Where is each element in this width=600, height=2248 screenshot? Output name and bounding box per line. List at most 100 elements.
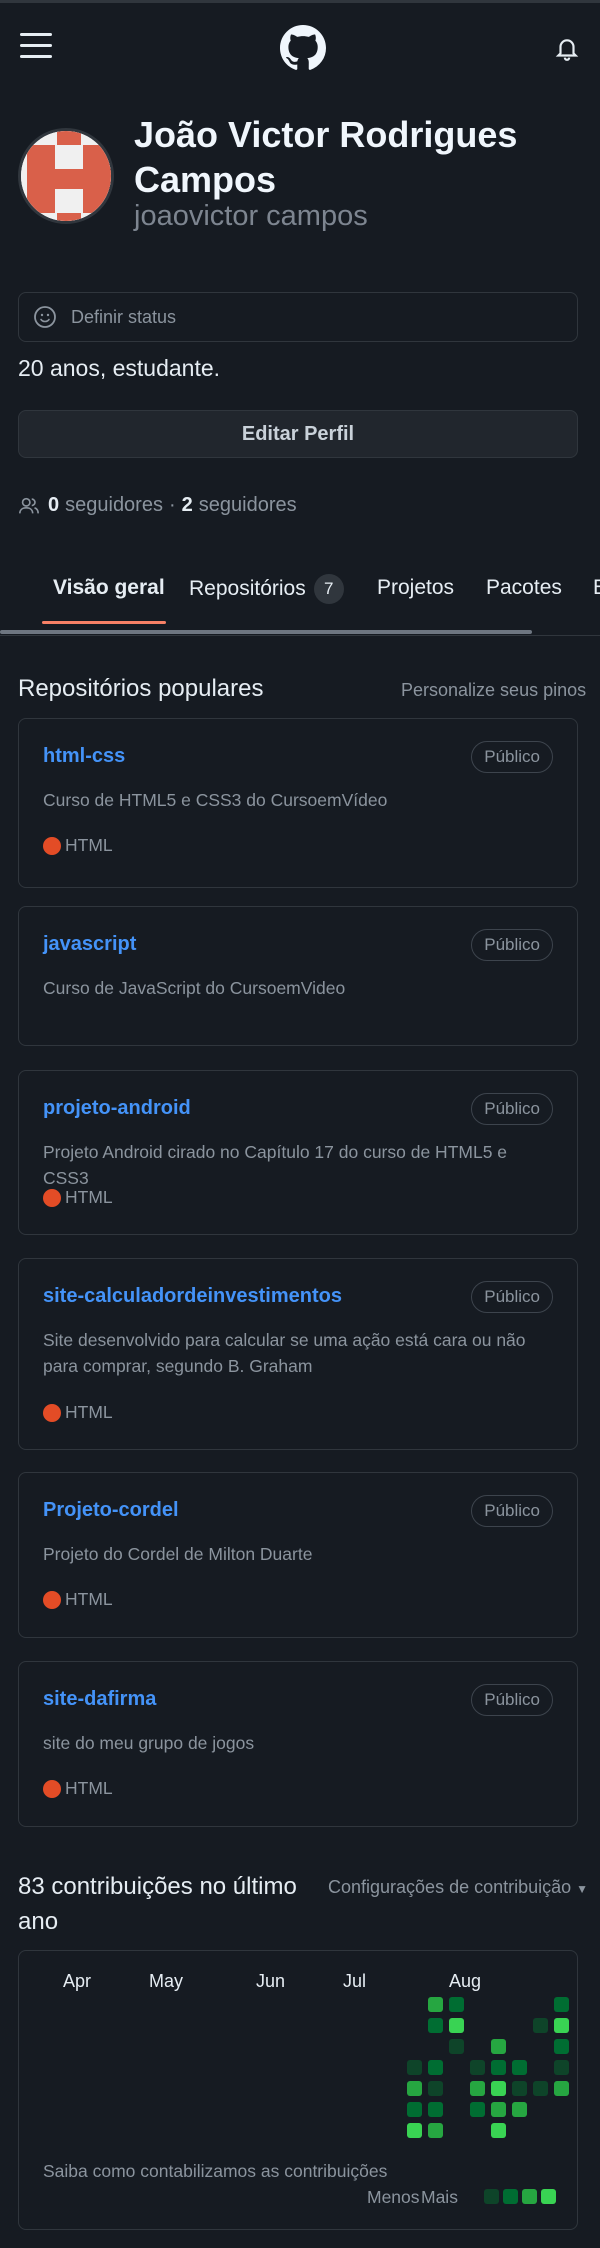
repo-card: projeto-android Público Projeto Android … — [18, 1070, 578, 1235]
language-color-dot — [43, 836, 61, 855]
repo-description: Site desenvolvido para calcular se uma a… — [43, 1330, 526, 1376]
contribution-day-cell[interactable] — [449, 1997, 464, 2012]
followers-row: 0 seguidores · 2 seguidores — [18, 494, 297, 517]
contribution-day-cell[interactable] — [428, 2102, 443, 2117]
repo-card: site-dafirma Público site do meu grupo d… — [18, 1661, 578, 1827]
contribution-day-cell[interactable] — [512, 2102, 527, 2117]
legend-cell — [522, 2189, 537, 2204]
contribution-day-cell[interactable] — [554, 2081, 569, 2096]
contribution-day-cell[interactable] — [554, 2039, 569, 2054]
contributions-title: 83 contribuições no último ano — [18, 1873, 297, 1935]
followers-count: 0 — [48, 494, 60, 516]
repo-card: site-calculadordeinvestimentos Público S… — [18, 1258, 578, 1450]
repo-language-label: HTML — [65, 1589, 113, 1609]
contribution-day-cell[interactable] — [428, 2060, 443, 2075]
set-status-label: Definir status — [71, 306, 177, 327]
contribution-day-cell[interactable] — [449, 2018, 464, 2033]
bell-icon[interactable] — [554, 35, 580, 63]
tab-packages[interactable]: Pacotes — [486, 576, 562, 600]
month-label: Jul — [343, 1971, 367, 1991]
language-color-dot — [43, 1188, 61, 1207]
followers-link[interactable]: 0 seguidores — [48, 494, 163, 517]
month-label: Jun — [256, 1971, 286, 1991]
repo-name-link[interactable]: Projeto-cordel — [43, 1499, 179, 1522]
contribution-day-cell[interactable] — [407, 2081, 422, 2096]
legend-cell — [503, 2189, 518, 2204]
contribution-day-cell[interactable] — [491, 2123, 506, 2138]
contribution-day-cell[interactable] — [470, 2102, 485, 2117]
contribution-day-cell[interactable] — [407, 2102, 422, 2117]
contribution-day-cell[interactable] — [533, 2018, 548, 2033]
contribution-day-cell[interactable] — [428, 1997, 443, 2012]
contribution-day-cell[interactable] — [449, 2039, 464, 2054]
contribution-day-cell[interactable] — [512, 2060, 527, 2075]
hamburger-icon[interactable] — [20, 33, 52, 59]
repo-language: HTML — [43, 1402, 113, 1423]
contribution-day-cell[interactable] — [428, 2081, 443, 2096]
repo-name-link[interactable]: html-css — [43, 745, 125, 768]
repo-language: HTML — [43, 1187, 113, 1208]
repo-card: html-css Público Curso de HTML5 e CSS3 d… — [18, 718, 578, 888]
profile-tabs: Visão geral Repositórios 7 Projetos Pacot… — [0, 560, 600, 636]
contribution-day-cell[interactable] — [470, 2060, 485, 2075]
set-status-button[interactable]: Definir status — [18, 292, 578, 342]
contribution-day-cell[interactable] — [491, 2081, 506, 2096]
contributions-help-link[interactable]: Saiba como contabilizamos as contribuiçõ… — [43, 2161, 387, 2182]
contribution-settings-dropdown[interactable]: Configurações de contribuição ▼ — [328, 1877, 588, 1898]
contribution-day-cell[interactable] — [491, 2102, 506, 2117]
edit-profile-button[interactable]: Editar Perfil — [18, 410, 578, 458]
following-label: seguidores — [198, 494, 297, 516]
contribution-day-cell[interactable] — [512, 2081, 527, 2096]
contribution-settings-label: Configurações de contribuição — [328, 1877, 572, 1897]
avatar[interactable] — [18, 128, 114, 224]
contribution-day-cell[interactable] — [533, 2081, 548, 2096]
repo-language-label: HTML — [65, 835, 113, 855]
repo-language-label: HTML — [65, 1187, 113, 1207]
visibility-badge: Público — [471, 929, 553, 961]
customize-pins-link[interactable]: Personalize seus pinos — [401, 680, 586, 701]
contribution-day-cell[interactable] — [470, 2081, 485, 2096]
following-count: 2 — [181, 494, 193, 516]
popular-repos-title: Repositórios populares — [18, 675, 264, 702]
contribution-day-cell[interactable] — [554, 1997, 569, 2012]
caret-down-icon: ▼ — [576, 1882, 589, 1896]
contribution-day-cell[interactable] — [554, 2018, 569, 2033]
tab-overview[interactable]: Visão geral — [53, 576, 165, 600]
repo-name-link[interactable]: javascript — [43, 933, 136, 956]
legend-cell — [541, 2189, 556, 2204]
repo-card: javascript Público Curso de JavaScript d… — [18, 906, 578, 1046]
people-icon — [19, 497, 39, 513]
month-label: Apr — [63, 1971, 92, 1991]
legend-less-label: Menos — [367, 2187, 420, 2207]
github-logo-icon[interactable] — [280, 25, 326, 71]
tab-repositories[interactable]: Repositórios 7 — [189, 574, 344, 604]
repo-description: Projeto do Cordel de Milton Duarte — [43, 1544, 313, 1564]
repo-language-label: HTML — [65, 1402, 113, 1422]
repo-language-label: HTML — [65, 1778, 113, 1798]
tab-projects[interactable]: Projetos — [377, 576, 454, 600]
contribution-day-cell[interactable] — [428, 2018, 443, 2033]
top-bar — [0, 0, 600, 90]
legend-cell — [484, 2189, 499, 2204]
repo-language: HTML — [43, 1778, 113, 1799]
contribution-day-cell[interactable] — [491, 2060, 506, 2075]
repo-description: Projeto Android cirado no Capítulo 17 do… — [43, 1142, 508, 1188]
tabs-scrollbar[interactable] — [0, 630, 532, 634]
contribution-day-cell[interactable] — [407, 2060, 422, 2075]
repo-description: Curso de HTML5 e CSS3 do CursoemVídeo — [43, 790, 388, 810]
repo-name-link[interactable]: site-calculadordeinvestimentos — [43, 1285, 342, 1308]
language-color-dot — [43, 1779, 61, 1798]
language-color-dot — [43, 1590, 61, 1609]
contribution-day-cell[interactable] — [407, 2123, 422, 2138]
repo-name-link[interactable]: site-dafirma — [43, 1688, 156, 1711]
following-link[interactable]: 2 seguidores — [182, 494, 297, 517]
contribution-day-cell[interactable] — [428, 2123, 443, 2138]
contribution-day-cell[interactable] — [491, 2039, 506, 2054]
repo-description: Curso de JavaScript do CursoemVideo — [43, 978, 346, 998]
followers-label: seguidores — [65, 494, 163, 516]
tab-more[interactable]: E — [593, 576, 600, 600]
tab-repositories-label: Repositórios — [189, 577, 306, 600]
contribution-day-cell[interactable] — [554, 2060, 569, 2075]
repo-name-link[interactable]: projeto-android — [43, 1097, 191, 1120]
repo-language: HTML — [43, 835, 113, 856]
